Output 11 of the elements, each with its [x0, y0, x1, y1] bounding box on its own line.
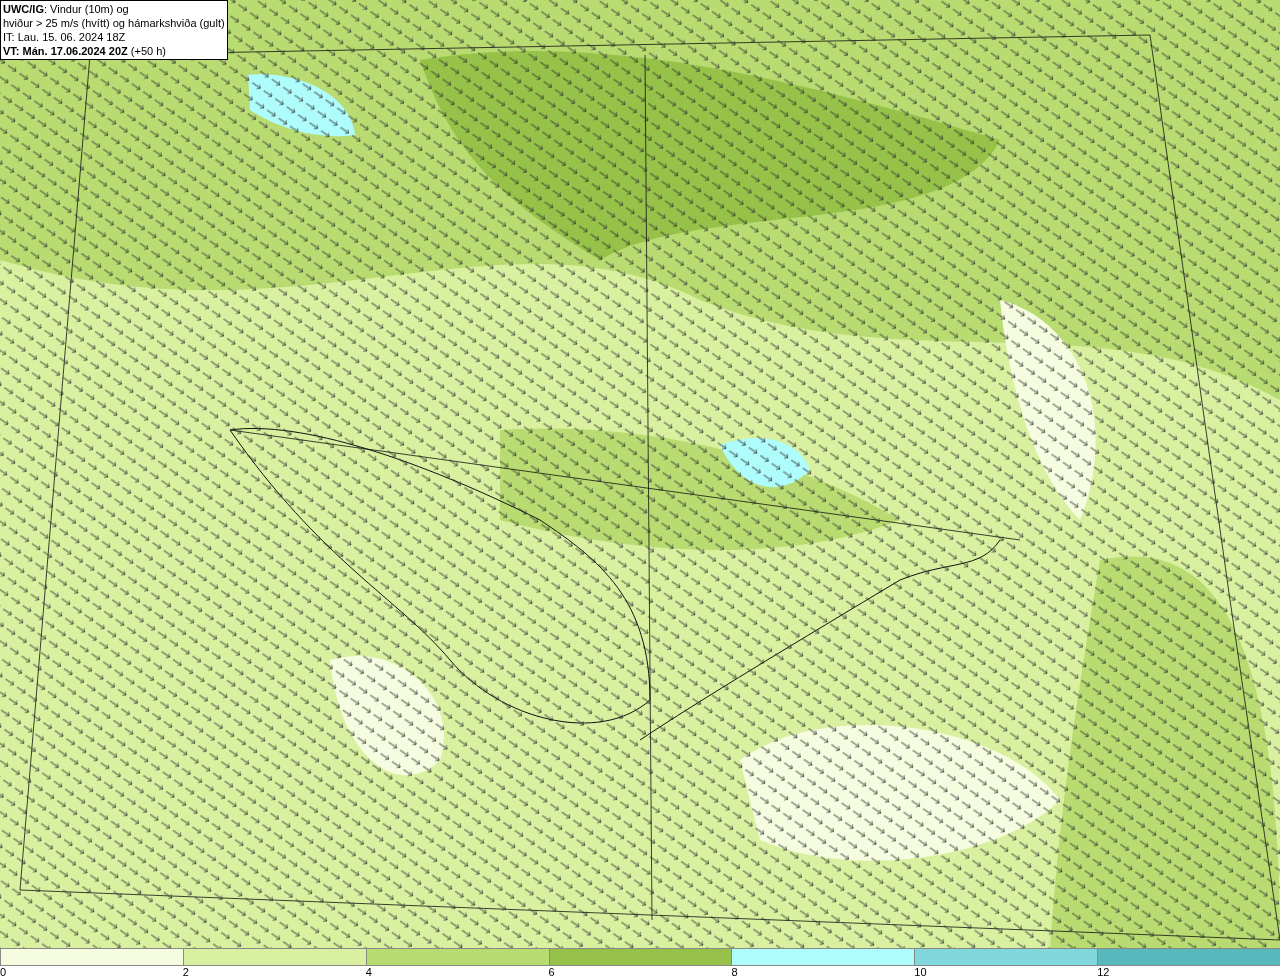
title-line: UWC/IG: Vindur (10m) og — [3, 2, 130, 16]
legend-label: 6 — [548, 966, 555, 978]
legend-label: 8 — [731, 966, 738, 978]
legend-label: 0 — [0, 966, 7, 978]
legend-label: 10 — [914, 966, 927, 978]
title-line: IT: Lau. 15. 06. 2024 18Z — [3, 30, 127, 44]
legend-label: 12 — [1097, 966, 1110, 978]
legend-label: 4 — [365, 966, 372, 978]
title-line: hviður > 25 m/s (hvítt) og hámarkshviða (gult) — [3, 16, 225, 30]
title-line: VT: Mán. 17.06.2024 20Z (+50 h) — [3, 44, 167, 58]
legend-label: 2 — [182, 966, 189, 978]
